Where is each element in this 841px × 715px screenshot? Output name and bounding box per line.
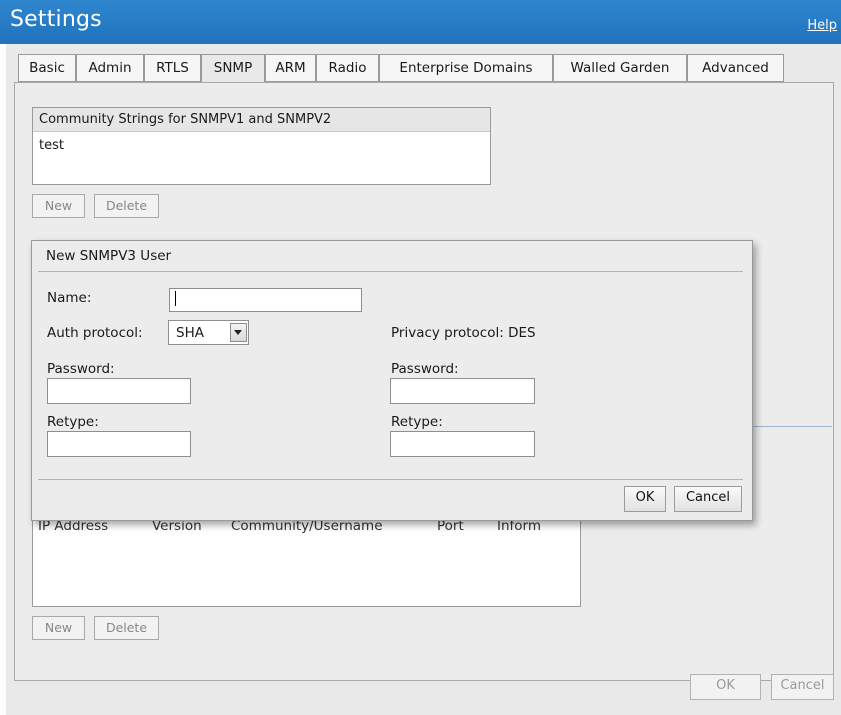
chevron-down-icon bbox=[234, 330, 242, 335]
dialog-cancel-button[interactable]: Cancel bbox=[674, 486, 742, 512]
tab-walled-garden[interactable]: Walled Garden bbox=[553, 54, 687, 82]
auth-protocol-value: SHA bbox=[176, 325, 204, 341]
name-input[interactable] bbox=[169, 288, 362, 312]
privacy-password-label: Password: bbox=[391, 361, 459, 377]
divider bbox=[740, 426, 832, 427]
tab-arm[interactable]: ARM bbox=[265, 54, 316, 82]
trap-delete-button[interactable]: Delete bbox=[94, 616, 159, 640]
privacy-retype-field[interactable] bbox=[390, 431, 535, 457]
tab-snmp[interactable]: SNMP bbox=[201, 54, 265, 83]
divider bbox=[38, 271, 743, 272]
cancel-button[interactable]: Cancel bbox=[771, 674, 834, 700]
tab-advanced[interactable]: Advanced bbox=[687, 54, 784, 82]
tab-radio[interactable]: Radio bbox=[316, 54, 379, 82]
tab-basic[interactable]: Basic bbox=[18, 54, 76, 82]
dialog-title: New SNMPV3 User bbox=[46, 248, 172, 264]
privacy-protocol-label: Privacy protocol: DES bbox=[391, 325, 536, 341]
tab-enterprise-domains[interactable]: Enterprise Domains bbox=[379, 54, 553, 82]
community-new-button[interactable]: New bbox=[32, 194, 85, 218]
dialog-ok-button[interactable]: OK bbox=[624, 486, 666, 512]
page-title: Settings bbox=[10, 7, 102, 32]
trap-new-button[interactable]: New bbox=[32, 616, 85, 640]
ok-button[interactable]: OK bbox=[690, 674, 761, 700]
auth-protocol-label: Auth protocol: bbox=[47, 325, 143, 341]
title-bar bbox=[0, 0, 841, 44]
auth-password-label: Password: bbox=[47, 361, 115, 377]
privacy-retype-label: Retype: bbox=[391, 414, 443, 430]
list-item[interactable]: test bbox=[39, 136, 64, 156]
tab-admin[interactable]: Admin bbox=[76, 54, 144, 82]
auth-password-field[interactable] bbox=[47, 378, 191, 404]
community-delete-button[interactable]: Delete bbox=[94, 194, 159, 218]
name-label: Name: bbox=[47, 290, 92, 306]
auth-retype-label: Retype: bbox=[47, 414, 99, 430]
community-strings-header: Community Strings for SNMPV1 and SNMPV2 bbox=[33, 108, 490, 132]
auth-retype-field[interactable] bbox=[47, 431, 191, 457]
divider bbox=[38, 479, 743, 480]
privacy-password-field[interactable] bbox=[390, 378, 535, 404]
text-cursor bbox=[175, 291, 176, 306]
help-link[interactable]: Help bbox=[807, 18, 837, 33]
tab-rtls[interactable]: RTLS bbox=[144, 54, 201, 82]
